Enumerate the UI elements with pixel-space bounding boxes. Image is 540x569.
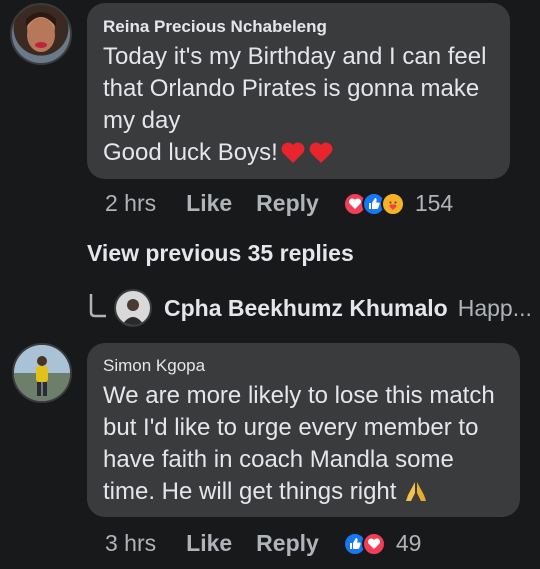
- like-button[interactable]: Like: [186, 530, 232, 557]
- comment-bubble: Simon Kgopa We are more likely to lose t…: [87, 343, 520, 517]
- praying-hands-emoji-icon: [403, 479, 429, 510]
- reply-button[interactable]: Reply: [256, 530, 319, 557]
- collapsed-reply[interactable]: Cpha Beekhumz Khumalo Happ...: [88, 289, 532, 327]
- comment-actions: 2 hrs Like Reply 154: [105, 190, 453, 217]
- reaction-count[interactable]: 49: [396, 530, 422, 557]
- comment-text-wrap: We are more likely to lose this match bu…: [103, 380, 504, 510]
- heart-emoji-icon: [280, 141, 306, 170]
- reaction-count[interactable]: 154: [415, 190, 453, 217]
- reply-thread-icon: [89, 294, 106, 318]
- profile-photo-icon: [14, 345, 70, 401]
- love-icon: [361, 531, 386, 556]
- avatar-simon[interactable]: [12, 343, 72, 403]
- avatar-reina[interactable]: [10, 3, 72, 65]
- comment-author[interactable]: Simon Kgopa: [103, 356, 504, 376]
- comment-text: We are more likely to lose this match bu…: [103, 382, 495, 505]
- reaction-summary[interactable]: [342, 191, 405, 216]
- heart-emoji-icon: [308, 141, 334, 170]
- view-previous-replies-link[interactable]: View previous 35 replies: [87, 240, 354, 267]
- collapsed-reply-snippet: Happ...: [457, 294, 532, 321]
- comment-actions: 3 hrs Like Reply 49: [105, 530, 421, 557]
- comment-timestamp[interactable]: 3 hrs: [105, 530, 156, 557]
- avatar-cpha[interactable]: [114, 289, 152, 327]
- comment-text-wrap: Today it's my Birthday and I can feel th…: [103, 41, 494, 170]
- like-button[interactable]: Like: [186, 190, 232, 217]
- care-icon: [380, 191, 405, 216]
- comment-timestamp[interactable]: 2 hrs: [105, 190, 156, 217]
- collapsed-reply-author[interactable]: Cpha Beekhumz Khumalo: [164, 295, 448, 322]
- comment-bubble: Reina Precious Nchabeleng Today it's my …: [87, 3, 510, 179]
- reply-button[interactable]: Reply: [256, 190, 319, 217]
- profile-photo-icon: [26, 12, 56, 52]
- reaction-summary[interactable]: [342, 531, 386, 556]
- profile-photo-icon: [122, 299, 144, 325]
- comment-author[interactable]: Reina Precious Nchabeleng: [103, 17, 494, 37]
